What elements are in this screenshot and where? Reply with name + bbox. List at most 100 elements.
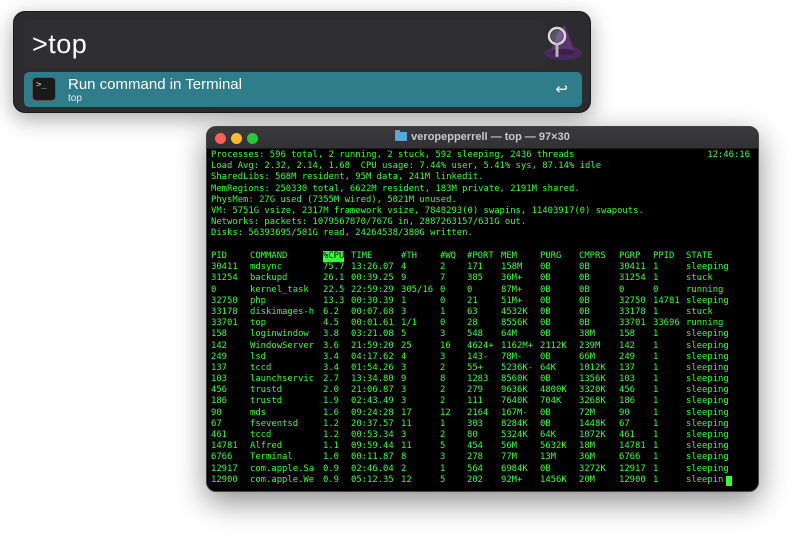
- cell-wq: 3: [440, 452, 446, 463]
- cell-mem: 158M: [501, 262, 523, 273]
- table-row: 186 trustd 1.9 02:43.49 3 2 111 7640K 704K 3268K 1…: [211, 396, 754, 407]
- cell-command: trustd: [250, 385, 283, 396]
- cell-command: WindowServer: [250, 340, 315, 351]
- top-summary: Processes: 596 total, 2 running, 2 stuck…: [211, 150, 754, 240]
- window-title: veropepperrell — top — 97×30: [207, 130, 758, 143]
- cell-threads: 305/16: [401, 284, 434, 295]
- cell-cpu: 0.9: [323, 463, 340, 474]
- table-row: 12900 com.apple.We 0.9 05:12.35 12 5 202 92M+ 14…: [211, 475, 754, 486]
- cell-time: 21:59:20: [351, 340, 394, 351]
- cell-pgrp: 456: [619, 385, 636, 396]
- table-row: 103 launchservic 2.7 13:34.80 9 8 1283 8560K 0B 1…: [211, 374, 754, 385]
- terminal-content[interactable]: 12:46:16 Processes: 596 total, 2 running…: [211, 150, 754, 487]
- cell-mem: 8560K: [501, 374, 528, 385]
- cell-wq: 0: [440, 284, 446, 295]
- cell-threads: 5: [401, 329, 407, 340]
- cell-command: kernel_task: [250, 284, 309, 295]
- cell-threads: 3: [401, 396, 407, 407]
- cell-wq: 12: [440, 407, 451, 418]
- cell-time: 02:46.04: [351, 463, 394, 474]
- cell-command: com.apple.Sa: [250, 463, 315, 474]
- result-run-in-terminal[interactable]: >_ Run command in Terminal top ↩: [24, 72, 582, 107]
- cell-state: sleeping: [686, 396, 729, 407]
- cell-cmprs: 36M: [579, 452, 596, 463]
- cell-command: backupd: [250, 273, 288, 284]
- process-table: PID COMMAND %CPU TIME #TH #WQ #PORT MEM PURG CMPR…: [211, 251, 754, 486]
- cell-wq: 7: [440, 273, 446, 284]
- cell-wq: 1: [440, 306, 446, 317]
- cell-pid: 90: [211, 407, 222, 418]
- alfred-hat-icon[interactable]: [539, 19, 587, 67]
- cell-wq: 16: [440, 340, 451, 351]
- cell-mem: 64M: [501, 329, 518, 340]
- cell-wq: 2: [440, 430, 446, 440]
- result-title: Run command in Terminal: [68, 76, 242, 93]
- cell-purg: 0B: [540, 295, 551, 306]
- column-header-pgrp: PGRP: [619, 251, 641, 261]
- cell-time: 04:17.62: [351, 351, 394, 362]
- cell-state: sleeping: [686, 452, 729, 463]
- cell-command: Alfred: [250, 441, 283, 452]
- summary-vm: VM: 5751G vsize, 2317M framework vsize, …: [211, 206, 644, 217]
- table-row: 249 lsd 3.4 04:17.62 4 3 143- 78M- 0B 66M 249 1 slee…: [211, 352, 754, 363]
- cell-port: 385: [467, 273, 484, 284]
- cell-pgrp: 33178: [619, 306, 646, 317]
- cell-ppid: 33696: [653, 318, 680, 329]
- cell-command: tccd: [250, 362, 272, 373]
- cell-mem: 77M: [501, 452, 518, 463]
- alfred-search-input[interactable]: >top: [24, 20, 545, 68]
- summary-memregions: MemRegions: 250330 total, 6622M resident…: [211, 183, 580, 194]
- cell-purg: 5632K: [540, 441, 567, 452]
- cell-cpu: 22.5: [323, 284, 345, 295]
- cell-wq: 2: [440, 385, 446, 396]
- cell-cpu: 26.1: [323, 273, 345, 284]
- cell-wq: 2: [440, 262, 446, 273]
- cell-pgrp: 14781: [619, 441, 646, 452]
- summary-load: Load Avg: 2.32, 2.14, 1.68 CPU usage: 7.…: [211, 161, 602, 172]
- cell-time: 13:34.80: [351, 374, 394, 385]
- cell-wq: 2: [440, 362, 446, 373]
- cell-ppid: 1: [653, 474, 659, 485]
- cell-wq: 5: [440, 474, 446, 485]
- cell-state: sleeping: [686, 441, 729, 452]
- cell-port: 4624+: [467, 340, 494, 351]
- cell-command: diskimages-h: [250, 306, 315, 317]
- column-header-mem: MEM: [501, 251, 518, 261]
- cell-cmprs: 3268K: [579, 396, 606, 407]
- cell-ppid: 1: [653, 452, 659, 463]
- cell-mem: 1162M+: [501, 340, 534, 351]
- cell-cpu: 1.2: [323, 418, 340, 429]
- cell-command: trustd: [250, 396, 283, 407]
- cell-cpu: 1.9: [323, 396, 340, 407]
- cell-cpu: 1.0: [323, 452, 340, 463]
- column-header-cpu: %CPU: [323, 251, 345, 263]
- cell-time: 00:30.39: [351, 295, 394, 306]
- cell-state: stuck: [686, 306, 713, 317]
- terminal-titlebar[interactable]: veropepperrell — top — 97×30: [207, 127, 758, 149]
- cell-mem: 87M+: [501, 284, 523, 295]
- cell-ppid: 0: [653, 284, 659, 295]
- cell-mem: 5324K: [501, 430, 528, 440]
- table-row: 6766 Terminal 1.0 00:11.87 8 3 278 77M 13M 36M 676…: [211, 452, 754, 463]
- column-header-port: #PORT: [467, 251, 494, 261]
- cell-ppid: 1: [653, 463, 659, 474]
- cell-cpu: 2.0: [323, 385, 340, 396]
- cell-mem: 4532K: [501, 306, 528, 317]
- cell-mem: 7640K: [501, 396, 528, 407]
- cell-state: sleepin: [686, 474, 724, 485]
- cell-threads: 3: [401, 362, 407, 373]
- cell-purg: 0B: [540, 262, 551, 273]
- cell-wq: 0: [440, 295, 446, 306]
- cell-cmprs: 239M: [579, 340, 601, 351]
- cell-threads: 9: [401, 273, 407, 284]
- cell-pid: 456: [211, 385, 228, 396]
- terminal-window[interactable]: veropepperrell — top — 97×30 12:46:16 Pr…: [206, 126, 759, 492]
- cell-command: com.apple.We: [250, 474, 315, 485]
- cell-ppid: 1: [653, 362, 659, 373]
- summary-sharedlibs: SharedLibs: 568M resident, 95M data, 241…: [211, 172, 484, 183]
- cell-pid: 0: [211, 284, 217, 295]
- cell-cmprs: 1448K: [579, 418, 606, 429]
- cell-time: 00:07.68: [351, 306, 394, 317]
- cell-ppid: 1: [653, 418, 659, 429]
- cell-pid: 158: [211, 329, 228, 340]
